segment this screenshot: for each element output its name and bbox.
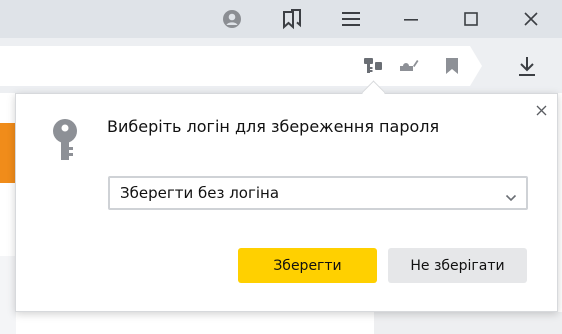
address-bar-row (0, 38, 562, 93)
page-bottom-strip (374, 312, 562, 334)
save-button[interactable]: Зберегти (238, 248, 377, 283)
browser-window: Виберіть логін для збереження пароля Збе… (0, 0, 562, 334)
profile-icon[interactable] (218, 0, 246, 38)
login-select-value: Зберегти без логіна (120, 184, 280, 202)
save-password-popup: Виберіть логін для збереження пароля Збе… (15, 93, 558, 312)
bookmark-icon[interactable] (440, 46, 464, 86)
page-side-strip (0, 256, 16, 334)
popup-title: Виберіть логін для збереження пароля (107, 117, 440, 136)
turbo-mode-icon[interactable] (396, 46, 422, 86)
chevron-down-icon (505, 188, 517, 202)
title-bar (0, 0, 562, 38)
close-icon[interactable] (533, 102, 549, 118)
close-window-icon[interactable] (516, 0, 546, 38)
key-icon (50, 118, 80, 162)
minimize-icon[interactable] (396, 0, 426, 38)
bookmarks-collection-icon[interactable] (278, 0, 306, 38)
page-accent-block (0, 123, 16, 183)
maximize-icon[interactable] (456, 0, 486, 38)
download-icon[interactable] (512, 46, 542, 86)
login-select[interactable]: Зберегти без логіна (108, 176, 528, 210)
dont-save-button[interactable]: Не зберігати (388, 248, 527, 283)
hamburger-menu-icon[interactable] (336, 0, 366, 38)
address-bar-edge (470, 46, 482, 86)
